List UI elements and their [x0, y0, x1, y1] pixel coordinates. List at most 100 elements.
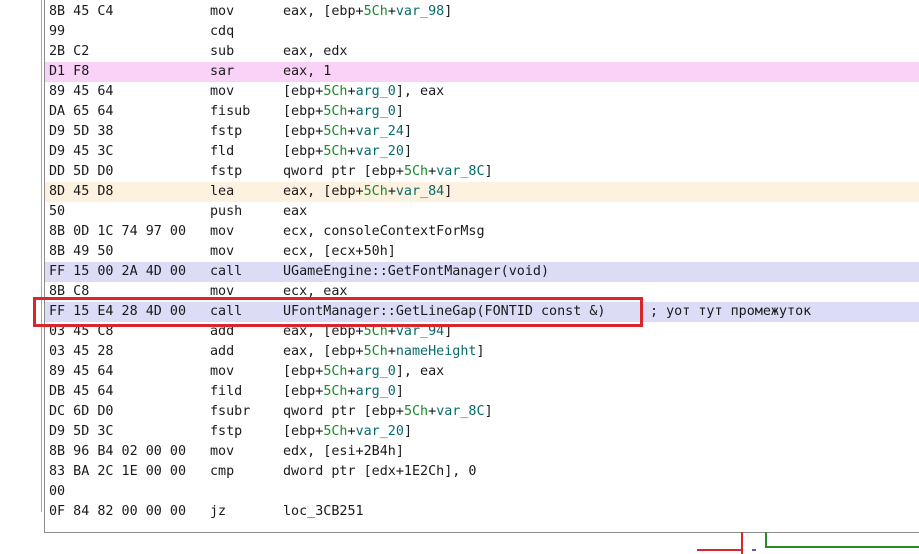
opcode-bytes: 8B 0D 1C 74 97 00 — [49, 224, 187, 239]
instruction-row[interactable]: DC 6D D0 fsubr qword ptr [ebp+5Ch+var_8C] — [45, 402, 919, 422]
edge-red-horizontal[interactable] — [697, 549, 743, 551]
instruction-row[interactable]: 83 BA 2C 1E 00 00 cmp dword ptr [edx+1E2Ch… — [45, 462, 919, 482]
instruction-operands[interactable]: eax, [ebp+5Ch+nameHeight] — [283, 342, 485, 362]
instruction-mnemonic: sub — [210, 44, 235, 59]
instruction-row[interactable]: 0F 84 82 00 00 00 jz loc_3CB251 — [45, 502, 919, 522]
opcode-bytes: 83 BA 2C 1E 00 00 — [49, 464, 187, 479]
edge-blue-stub[interactable] — [752, 549, 756, 551]
instruction-mnemonic: fstp — [210, 164, 243, 179]
instruction-mnemonic: mov — [210, 444, 235, 459]
instruction-row[interactable]: 8B 0D 1C 74 97 00 mov ecx, consoleContextF… — [45, 222, 919, 242]
instruction-operands[interactable]: qword ptr [ebp+5Ch+var_8C] — [283, 402, 493, 422]
instruction-operands[interactable]: eax, [ebp+5Ch+var_84] — [283, 182, 452, 202]
instruction-operands[interactable]: [ebp+5Ch+arg_0] — [283, 102, 404, 122]
instruction-mnemonic: fstp — [210, 124, 243, 139]
instruction-row[interactable]: 03 45 28 add eax, [ebp+5Ch+nameHeight] — [45, 342, 919, 362]
instruction-mnemonic: push — [210, 204, 243, 219]
instruction-row[interactable]: 8B C8 mov ecx, eax — [45, 282, 919, 302]
instruction-operands[interactable]: ecx, eax — [283, 282, 348, 302]
opcode-bytes: DA 65 64 — [49, 104, 114, 119]
opcode-bytes: 0F 84 82 00 00 00 — [49, 504, 187, 519]
instruction-operands[interactable]: eax, 1 — [283, 62, 331, 82]
opcode-bytes: 2B C2 — [49, 44, 90, 59]
opcode-bytes: DB 45 64 — [49, 384, 114, 399]
instruction-operands[interactable]: [ebp+5Ch+arg_0], eax — [283, 82, 444, 102]
opcode-bytes: FF 15 00 2A 4D 00 — [49, 264, 187, 279]
instruction-mnemonic: cmp — [210, 464, 235, 479]
opcode-bytes: 8B 49 50 — [49, 244, 114, 259]
instruction-list: 8B 45 C4 mov eax, [ebp+5Ch+var_98] 99 cdq 2B … — [45, 2, 919, 522]
instruction-operands[interactable]: eax — [283, 202, 307, 222]
instruction-mnemonic: cdq — [210, 24, 235, 39]
instruction-mnemonic: mov — [210, 244, 235, 259]
opcode-bytes: D9 45 3C — [49, 144, 114, 159]
instruction-operands[interactable]: eax, edx — [283, 42, 348, 62]
instruction-mnemonic: call — [210, 264, 243, 279]
opcode-bytes: D9 5D 3C — [49, 424, 114, 439]
instruction-mnemonic: mov — [210, 284, 235, 299]
instruction-mnemonic: mov — [210, 4, 235, 19]
instruction-row[interactable]: DA 65 64 fisub [ebp+5Ch+arg_0] — [45, 102, 919, 122]
instruction-row[interactable]: 89 45 64 mov [ebp+5Ch+arg_0], eax — [45, 362, 919, 382]
opcode-bytes: 8B 96 B4 02 00 00 — [49, 444, 187, 459]
instruction-row[interactable]: D9 45 3C fld [ebp+5Ch+var_20] — [45, 142, 919, 162]
instruction-operands[interactable]: eax, [ebp+5Ch+var_94] — [283, 322, 452, 342]
instruction-operands[interactable]: loc_3CB251 — [283, 502, 364, 522]
instruction-mnemonic: fild — [210, 384, 243, 399]
opcode-bytes: 00 — [49, 484, 66, 499]
instruction-operands[interactable]: [ebp+5Ch+var_24] — [283, 122, 412, 142]
opcode-bytes: 99 — [49, 24, 66, 39]
instruction-mnemonic: jz — [210, 504, 227, 519]
instruction-mnemonic: fld — [210, 144, 235, 159]
instruction-operands[interactable]: UGameEngine::GetFontManager(void) — [283, 262, 549, 282]
opcode-bytes: 89 45 64 — [49, 364, 114, 379]
instruction-row[interactable]: 99 cdq — [45, 22, 919, 42]
edge-green-horizontal[interactable] — [765, 546, 919, 548]
instruction-row[interactable]: FF 15 E4 28 4D 00 call UFontManager::GetLi… — [45, 302, 919, 322]
instruction-row[interactable]: 89 45 64 mov [ebp+5Ch+arg_0], eax — [45, 82, 919, 102]
disassembly-code-block[interactable]: 8B 45 C4 mov eax, [ebp+5Ch+var_98] 99 cdq 2B … — [44, 0, 919, 533]
opcode-bytes: D1 F8 — [49, 64, 90, 79]
instruction-operands[interactable]: ecx, [ecx+50h] — [283, 242, 396, 262]
instruction-operands[interactable]: [ebp+5Ch+var_20] — [283, 142, 412, 162]
instruction-operands[interactable]: ecx, consoleContextForMsg — [283, 222, 485, 242]
instruction-comment: ; уот тут промежуток — [650, 304, 812, 319]
instruction-operands[interactable]: [ebp+5Ch+arg_0], eax — [283, 362, 444, 382]
instruction-row[interactable]: 8B 45 C4 mov eax, [ebp+5Ch+var_98] — [45, 2, 919, 22]
instruction-mnemonic: mov — [210, 224, 235, 239]
opcode-bytes: 03 45 C8 — [49, 324, 114, 339]
opcode-bytes: FF 15 E4 28 4D 00 — [49, 304, 187, 319]
instruction-mnemonic: fisub — [210, 104, 251, 119]
opcode-bytes: 89 45 64 — [49, 84, 114, 99]
instruction-operands[interactable]: [ebp+5Ch+arg_0] — [283, 382, 404, 402]
instruction-mnemonic: add — [210, 324, 235, 339]
instruction-row[interactable]: 00 — [45, 482, 919, 502]
instruction-operands[interactable]: [ebp+5Ch+var_20] — [283, 422, 412, 442]
instruction-row[interactable]: 2B C2 sub eax, edx — [45, 42, 919, 62]
instruction-mnemonic: call — [210, 304, 243, 319]
instruction-row[interactable]: 8D 45 D8 lea eax, [ebp+5Ch+var_84] — [45, 182, 919, 202]
instruction-row[interactable]: 50 push eax — [45, 202, 919, 222]
instruction-operands[interactable]: eax, [ebp+5Ch+var_98] — [283, 2, 452, 22]
instruction-row[interactable]: D9 5D 38 fstp [ebp+5Ch+var_24] — [45, 122, 919, 142]
instruction-row[interactable]: DB 45 64 fild [ebp+5Ch+arg_0] — [45, 382, 919, 402]
instruction-row[interactable]: 8B 49 50 mov ecx, [ecx+50h] — [45, 242, 919, 262]
instruction-operands[interactable]: qword ptr [ebp+5Ch+var_8C] — [283, 162, 493, 182]
instruction-row[interactable]: 03 45 C8 add eax, [ebp+5Ch+var_94] — [45, 322, 919, 342]
opcode-bytes: 8D 45 D8 — [49, 184, 114, 199]
instruction-mnemonic: sar — [210, 64, 235, 79]
instruction-operands[interactable]: dword ptr [edx+1E2Ch], 0 — [283, 462, 476, 482]
instruction-row[interactable]: FF 15 00 2A 4D 00 call UGameEngine::GetFon… — [45, 262, 919, 282]
instruction-operands[interactable]: edx, [esi+2B4h] — [283, 442, 404, 462]
opcode-bytes: DD 5D D0 — [49, 164, 114, 179]
opcode-bytes: DC 6D D0 — [49, 404, 114, 419]
instruction-mnemonic: fsubr — [210, 404, 251, 419]
instruction-row[interactable]: 8B 96 B4 02 00 00 mov edx, [esi+2B4h] — [45, 442, 919, 462]
instruction-operands[interactable]: UFontManager::GetLineGap(FONTID const &) — [283, 302, 605, 322]
instruction-row[interactable]: D9 5D 3C fstp [ebp+5Ch+var_20] — [45, 422, 919, 442]
instruction-row[interactable]: DD 5D D0 fstp qword ptr [ebp+5Ch+var_8C] — [45, 162, 919, 182]
instruction-mnemonic: mov — [210, 364, 235, 379]
instruction-row[interactable]: D1 F8 sar eax, 1 — [45, 62, 919, 82]
opcode-bytes: 8B 45 C4 — [49, 4, 114, 19]
instruction-mnemonic: mov — [210, 84, 235, 99]
